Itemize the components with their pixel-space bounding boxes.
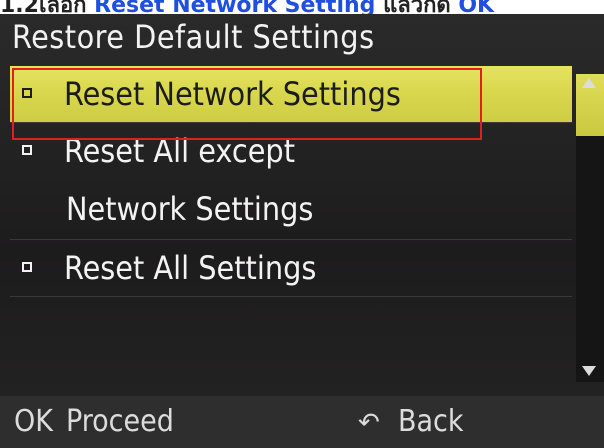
printer-lcd-screen: Restore Default Settings Reset Network S… bbox=[0, 14, 604, 448]
screen-title: Restore Default Settings bbox=[12, 18, 375, 56]
menu-item-label-line2: Network Settings bbox=[66, 190, 314, 228]
scroll-down-arrow-icon bbox=[582, 366, 596, 376]
photo-frame: 1.2เลือก Reset Network Setting แล้วกด OK… bbox=[0, 0, 604, 448]
menu-item-reset-all-settings[interactable]: Reset All Settings bbox=[10, 239, 572, 296]
back-arrow-icon: ↶ bbox=[358, 408, 380, 438]
selection-highlight-box bbox=[12, 68, 482, 140]
back-label[interactable]: Back bbox=[398, 404, 464, 439]
proceed-label[interactable]: Proceed bbox=[66, 404, 174, 439]
footer-bar: OK Proceed ↶ Back bbox=[0, 396, 604, 448]
bullet-icon bbox=[22, 262, 32, 272]
scroll-up-arrow-icon bbox=[582, 78, 596, 88]
bullet-icon bbox=[22, 145, 32, 155]
menu-item-empty bbox=[10, 296, 572, 363]
scrollbar[interactable] bbox=[576, 74, 604, 382]
ok-key-label: OK bbox=[14, 404, 53, 439]
menu-item-label: Reset All Settings bbox=[64, 249, 317, 287]
